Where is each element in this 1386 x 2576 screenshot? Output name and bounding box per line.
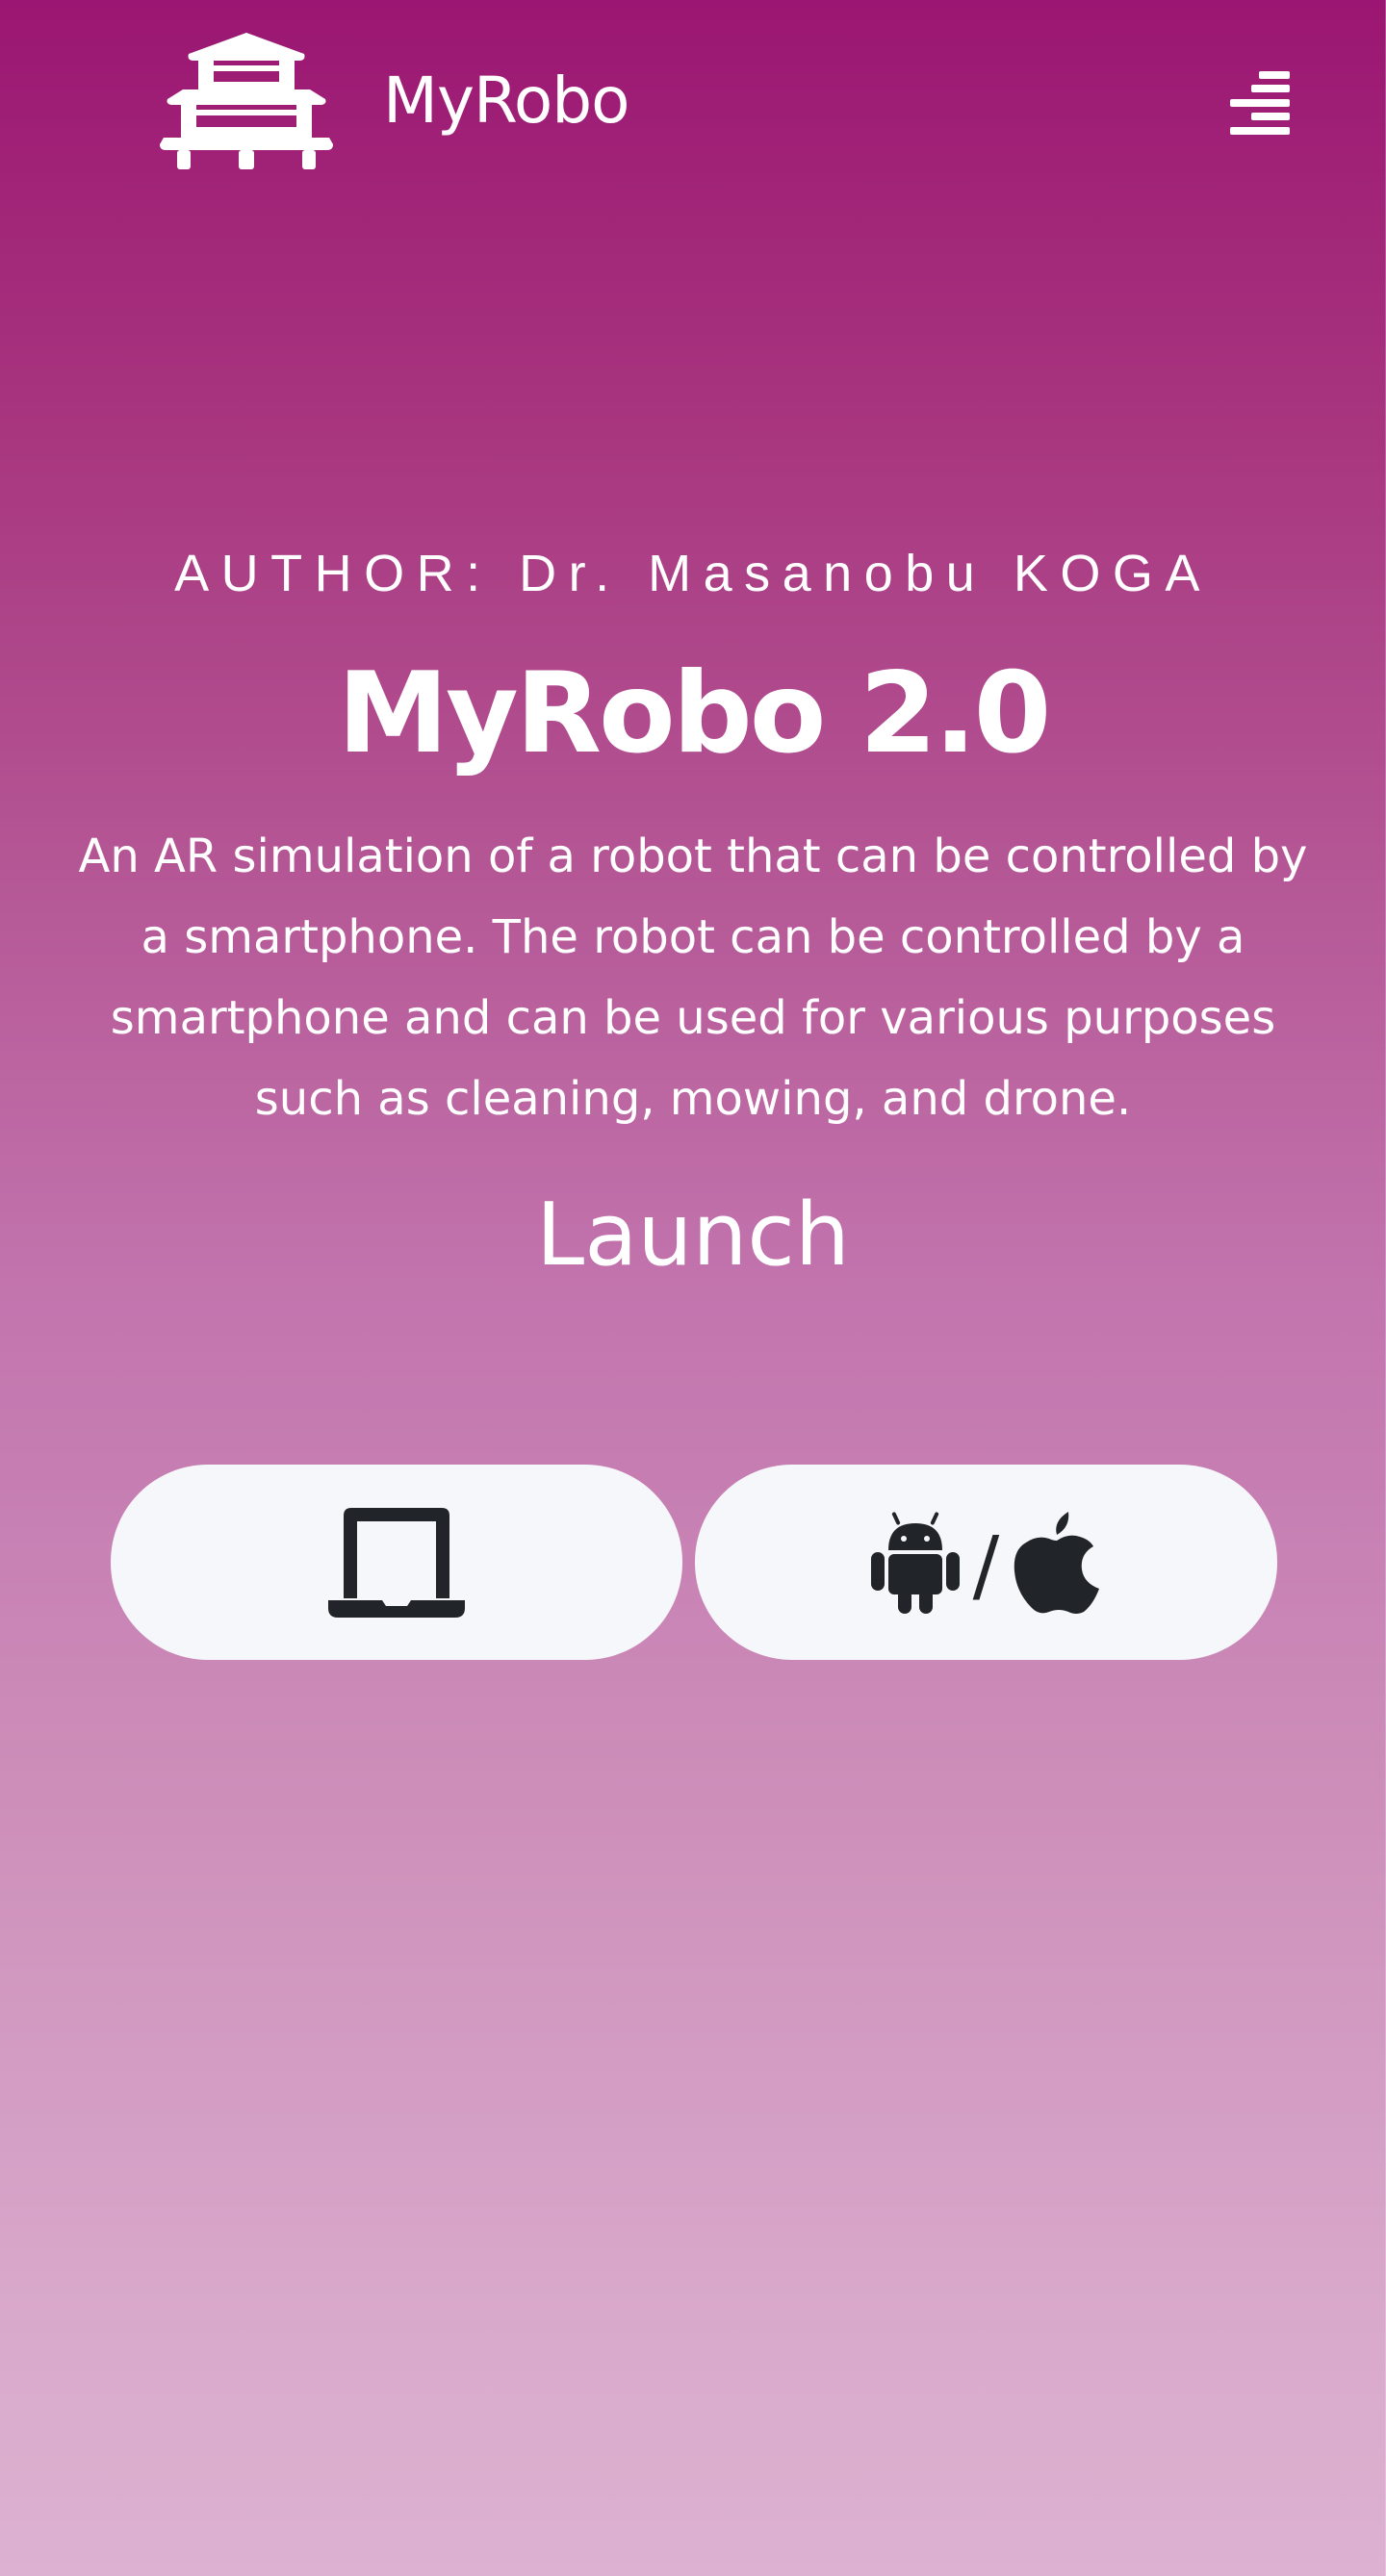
navbar: MyRobo (0, 0, 1386, 192)
hero-section: AUTHOR: Dr. Masanobu KOGA MyRobo 2.0 An … (0, 539, 1386, 1293)
brand-link[interactable]: MyRobo (160, 31, 630, 171)
laptop-icon (328, 1507, 465, 1618)
menu-icon (1230, 71, 1290, 135)
page: MyRobo AUTHOR: Dr. Masanobu KOGA MyRobo … (0, 0, 1386, 2576)
android-icon (870, 1511, 960, 1614)
launch-buttons: / (111, 1465, 1277, 1660)
menu-toggle-button[interactable] (1230, 71, 1290, 135)
pagoda-icon (160, 33, 333, 169)
page-title: MyRobo 2.0 (337, 649, 1052, 778)
launch-heading: Launch (536, 1185, 850, 1286)
brand-name: MyRobo (383, 64, 630, 138)
author-line: AUTHOR: Dr. Masanobu KOGA (174, 545, 1212, 602)
platform-separator: / (972, 1519, 1000, 1612)
launch-mobile-button[interactable]: / (695, 1465, 1277, 1660)
launch-pc-button[interactable] (111, 1465, 682, 1660)
apple-icon (1014, 1511, 1100, 1614)
description: An AR simulation of a robot that can be … (78, 829, 1308, 1126)
